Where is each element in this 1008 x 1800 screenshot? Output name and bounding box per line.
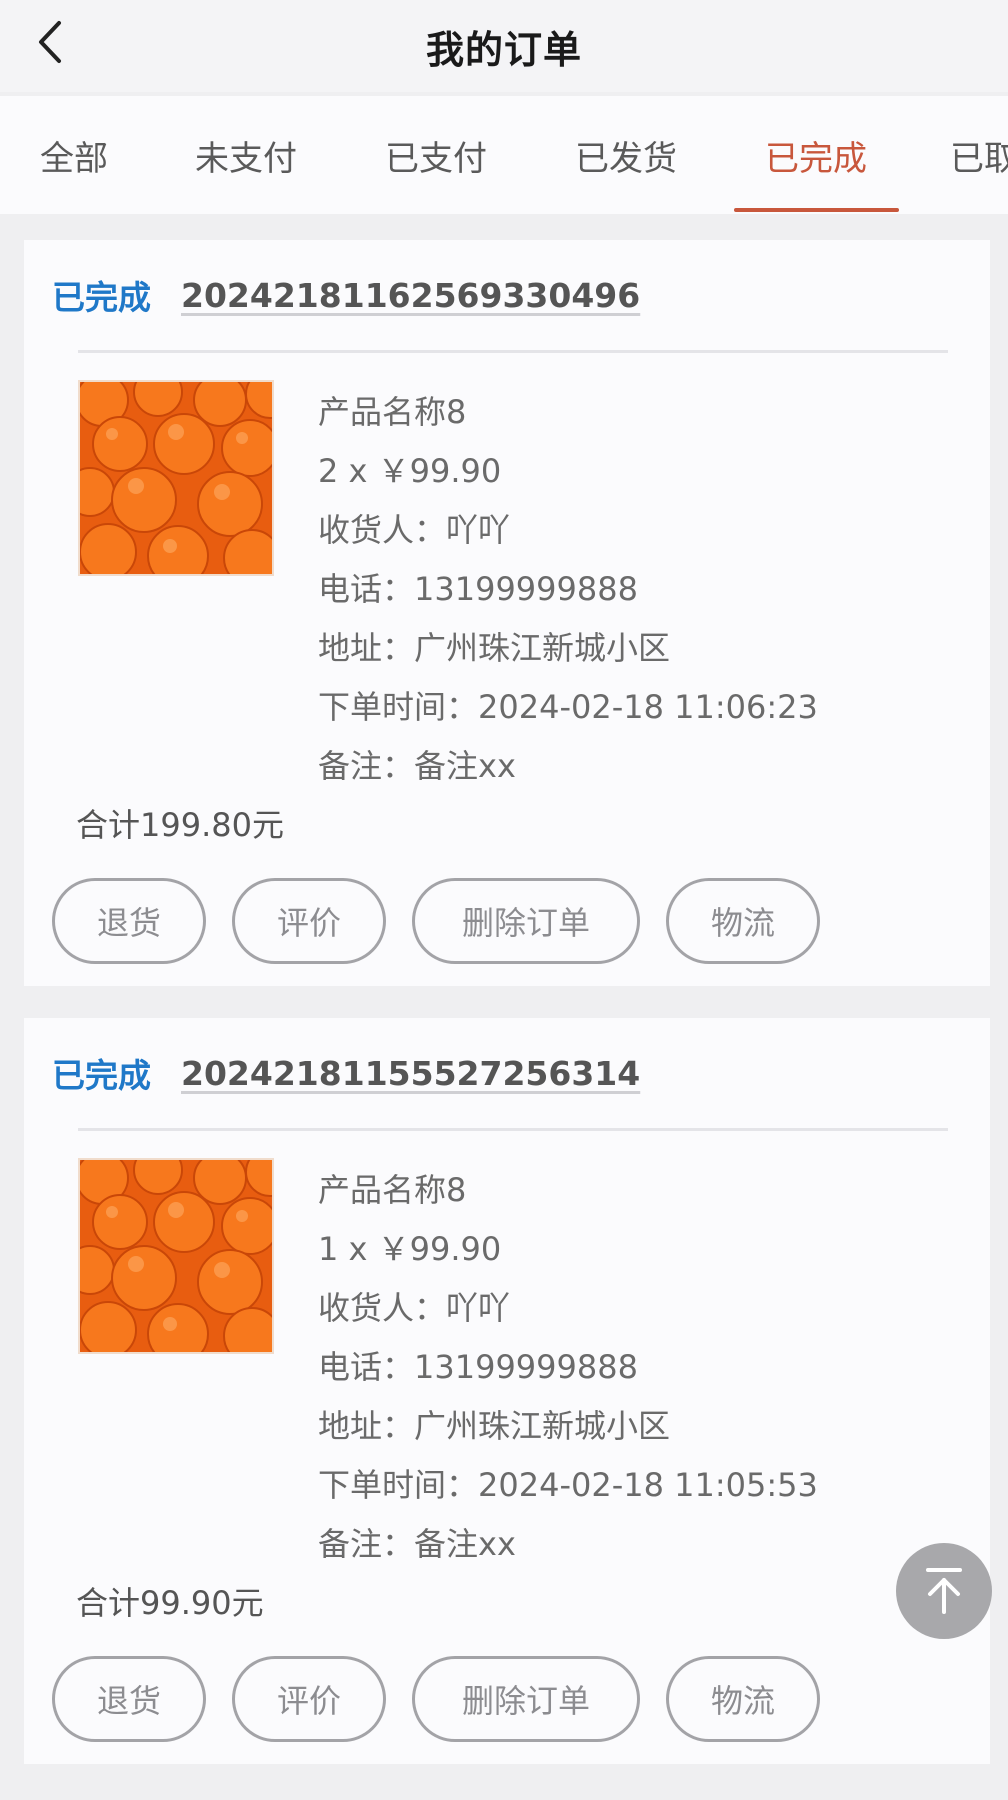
scroll-to-top-button[interactable] [896,1543,992,1639]
page-title: 我的订单 [425,27,582,72]
product-thumbnail[interactable] [78,1158,274,1354]
delete-order-button[interactable]: 删除订单 [412,1656,640,1742]
order-card: 已完成 20242181162569330496 产品名称8 2 x ￥99.9… [24,240,990,986]
receiver: 收货人：吖吖 [318,1288,511,1327]
remark: 备注：备注xx [318,1524,516,1563]
phone: 电话：13199999888 [318,1347,638,1386]
remark: 备注：备注xx [318,746,516,785]
tab-unpaid[interactable]: 未支付 [172,96,320,214]
tab-shipped[interactable]: 已发货 [552,96,700,214]
tab-completed[interactable]: 已完成 [742,96,890,214]
nav-bar: 我的订单 [0,0,1008,92]
order-time: 下单时间：2024-02-18 11:06:23 [318,687,818,726]
tab-cancelled[interactable]: 已取 [950,96,1008,214]
oranges-image [80,1160,272,1352]
product-thumbnail[interactable] [78,380,274,576]
quantity-price: 2 x ￥99.90 [318,451,502,490]
tab-paid[interactable]: 已支付 [362,96,510,214]
chevron-left-icon [39,21,61,63]
quantity-price: 1 x ￥99.90 [318,1229,502,1268]
logistics-button[interactable]: 物流 [666,1656,820,1742]
order-header: 已完成 20242181155527256314 [52,1048,640,1098]
back-button[interactable] [22,14,78,70]
order-time: 下单时间：2024-02-18 11:05:53 [318,1465,818,1504]
address: 地址：广州珠江新城小区 [318,1406,671,1445]
receiver: 收货人：吖吖 [318,510,511,549]
order-card: 已完成 20242181155527256314 产品名称8 1 x ￥99.9… [24,1018,990,1764]
divider [78,1128,948,1131]
logistics-button[interactable]: 物流 [666,878,820,964]
order-total: 合计99.90元 [76,1584,264,1622]
order-details: 产品名称8 1 x ￥99.90 收货人：吖吖 电话：13199999888 地… [318,1158,818,1571]
delete-order-button[interactable]: 删除订单 [412,878,640,964]
tab-all[interactable]: 全部 [18,96,130,214]
arrow-up-to-top-icon [926,1568,962,1614]
order-number[interactable]: 20242181162569330496 [181,276,640,315]
review-button[interactable]: 评价 [232,1656,386,1742]
phone: 电话：13199999888 [318,569,638,608]
divider [78,350,948,353]
return-button[interactable]: 退货 [52,1656,206,1742]
order-status: 已完成 [52,278,151,317]
address: 地址：广州珠江新城小区 [318,628,671,667]
product-name: 产品名称8 [318,392,467,431]
order-status-tabs: 全部 未支付 已支付 已发货 已完成 已取 [0,96,1008,214]
oranges-image [80,382,272,574]
return-button[interactable]: 退货 [52,878,206,964]
order-header: 已完成 20242181162569330496 [52,270,640,320]
order-details: 产品名称8 2 x ￥99.90 收货人：吖吖 电话：13199999888 地… [318,380,818,793]
product-name: 产品名称8 [318,1170,467,1209]
order-number[interactable]: 20242181155527256314 [181,1054,640,1093]
order-status: 已完成 [52,1056,151,1095]
review-button[interactable]: 评价 [232,878,386,964]
active-tab-indicator [734,208,899,212]
order-total: 合计199.80元 [76,806,284,844]
